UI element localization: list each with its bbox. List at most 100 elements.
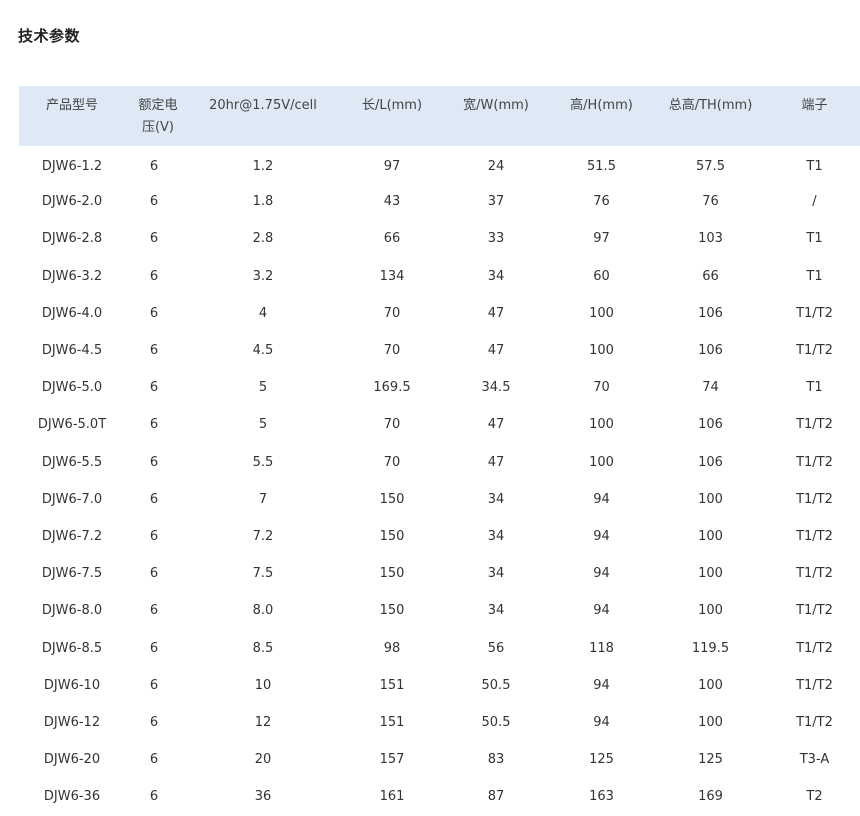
cell-total-height: 125 [698,752,723,768]
cell-capacity: 36 [254,789,272,805]
cell-voltage: 6 [149,566,159,582]
cell-width: 47 [487,454,505,470]
cell-capacity: 5.5 [252,454,274,470]
cell-terminal: T1/T2 [796,528,833,544]
cell-width: 34 [487,491,505,507]
table-row: DJW6-3.2 6 3.2 134 34 60 66 T1 [19,258,860,295]
cell-height: 163 [589,789,614,805]
table-row: DJW6-12 6 12 151 50.5 94 100 T1/T2 [19,704,860,741]
cell-capacity: 12 [254,714,272,730]
cell-length: 150 [379,491,405,507]
cell-model: DJW6-7.2 [41,528,103,544]
cell-terminal: / [812,194,817,210]
cell-total-height: 106 [698,454,723,470]
table-row: DJW6-36 6 36 161 87 163 169 T2 [19,778,860,815]
cell-length: 70 [383,305,401,321]
table-row: DJW6-5.0 6 5 169.5 34.5 70 74 T1 [19,369,860,406]
table-row: DJW6-2.0 6 1.8 43 37 76 76 / [19,183,860,220]
cell-model: DJW6-20 [43,752,101,768]
cell-total-height: 76 [702,194,719,210]
cell-width: 47 [487,417,505,433]
cell-capacity: 2.8 [252,231,274,247]
cell-voltage: 6 [149,305,159,321]
table-row: DJW6-7.5 6 7.5 150 34 94 100 T1/T2 [19,555,860,592]
cell-height: 100 [589,454,614,470]
table-row: DJW6-7.0 6 7 150 34 94 100 T1/T2 [19,481,860,518]
cell-length: 150 [379,528,405,544]
cell-model: DJW6-7.0 [41,491,103,507]
table-row: DJW6-1.2 6 1.2 97 24 51.5 57.5 T1 [19,146,860,183]
cell-height: 100 [589,417,614,433]
cell-terminal: T1/T2 [796,491,833,507]
cell-model: DJW6-3.2 [41,268,103,284]
cell-width: 24 [487,159,505,175]
table-row: DJW6-4.5 6 4.5 70 47 100 106 T1/T2 [19,332,860,369]
cell-height: 125 [589,752,614,768]
cell-length: 97 [383,159,401,175]
cell-terminal: T1 [806,380,823,396]
cell-height: 70 [593,380,610,396]
cell-voltage: 6 [149,528,159,544]
table-row: DJW6-10 6 10 151 50.5 94 100 T1/T2 [19,667,860,704]
cell-height: 76 [593,194,610,210]
cell-terminal: T1/T2 [796,640,833,656]
cell-height: 51.5 [587,159,616,175]
cell-model: DJW6-2.0 [41,194,103,210]
cell-length: 150 [379,566,405,582]
cell-length: 169.5 [373,380,411,396]
cell-length: 157 [379,752,405,768]
cell-voltage: 6 [149,159,159,175]
cell-width: 34 [487,268,505,284]
cell-total-height: 100 [698,714,723,730]
cell-width: 34 [487,603,505,619]
cell-model: DJW6-8.5 [41,640,103,656]
cell-height: 94 [593,677,610,693]
cell-terminal: T3-A [799,752,830,768]
cell-voltage: 6 [149,231,159,247]
cell-length: 161 [379,789,405,805]
cell-height: 94 [593,528,610,544]
cell-total-height: 169 [698,789,723,805]
cell-capacity: 8.0 [252,603,274,619]
cell-total-height: 74 [702,380,719,396]
cell-length: 66 [383,231,401,247]
cell-capacity: 7.5 [252,566,274,582]
cell-height: 94 [593,566,610,582]
cell-width: 56 [487,640,505,656]
cell-voltage: 6 [149,194,159,210]
cell-voltage: 6 [149,752,159,768]
spec-table: 产品型号 额定电压(V) 20hr@1.75V/cell 长/L(mm) 宽/W(mm)… [19,86,860,815]
cell-voltage: 6 [149,343,159,359]
table-row: DJW6-8.0 6 8.0 150 34 94 100 T1/T2 [19,592,860,629]
section-title: 技术参数 [18,27,81,45]
table-row: DJW6-8.5 6 8.5 98 56 118 119.5 T1/T2 [19,629,860,666]
cell-total-height: 66 [702,268,719,284]
cell-height: 100 [589,343,614,359]
cell-width: 47 [487,305,505,321]
cell-length: 150 [379,603,405,619]
cell-capacity: 10 [254,677,272,693]
cell-width: 37 [487,194,505,210]
cell-voltage: 6 [149,491,159,507]
header-terminal: 端子 [801,98,828,113]
cell-width: 34 [487,528,505,544]
cell-length: 70 [383,454,401,470]
cell-capacity: 1.2 [252,159,274,175]
cell-model: DJW6-12 [43,714,101,730]
cell-terminal: T1 [806,159,823,175]
table-row: DJW6-2.8 6 2.8 66 33 97 103 T1 [19,220,860,257]
header-width: 宽/W(mm) [463,98,529,113]
cell-voltage: 6 [149,677,159,693]
header-voltage: 额定电压(V) [138,98,178,135]
table-row: DJW6-4.0 6 4 70 47 100 106 T1/T2 [19,295,860,332]
table-row: DJW6-7.2 6 7.2 150 34 94 100 T1/T2 [19,518,860,555]
cell-model: DJW6-36 [43,789,101,805]
cell-width: 50.5 [481,714,511,730]
cell-width: 34.5 [481,380,511,396]
cell-total-height: 57.5 [696,159,725,175]
cell-terminal: T1/T2 [796,343,833,359]
header-length: 长/L(mm) [361,98,423,113]
cell-voltage: 6 [149,417,159,433]
cell-length: 43 [383,194,401,210]
cell-model: DJW6-1.2 [41,159,103,175]
